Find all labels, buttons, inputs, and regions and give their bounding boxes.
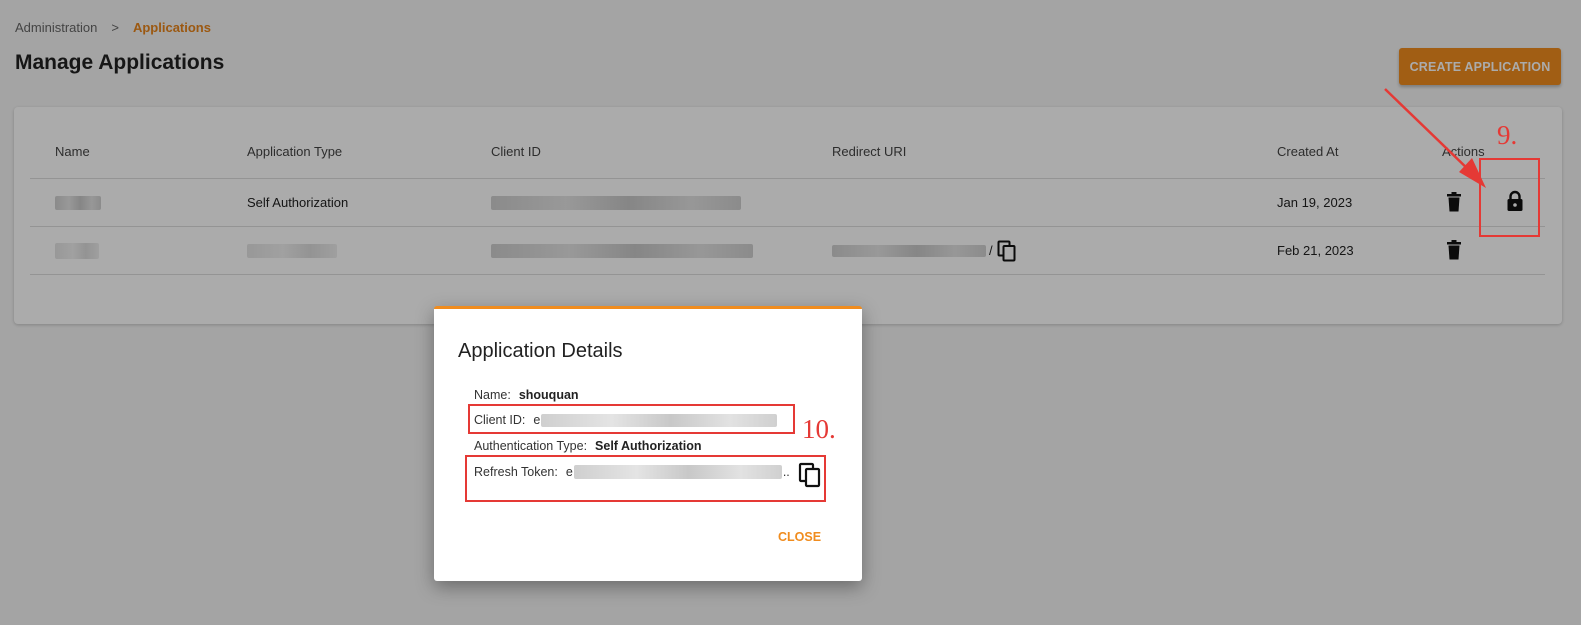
annotation-arrow <box>1384 88 1486 188</box>
page: Administration > Applications Manage App… <box>0 0 1581 625</box>
